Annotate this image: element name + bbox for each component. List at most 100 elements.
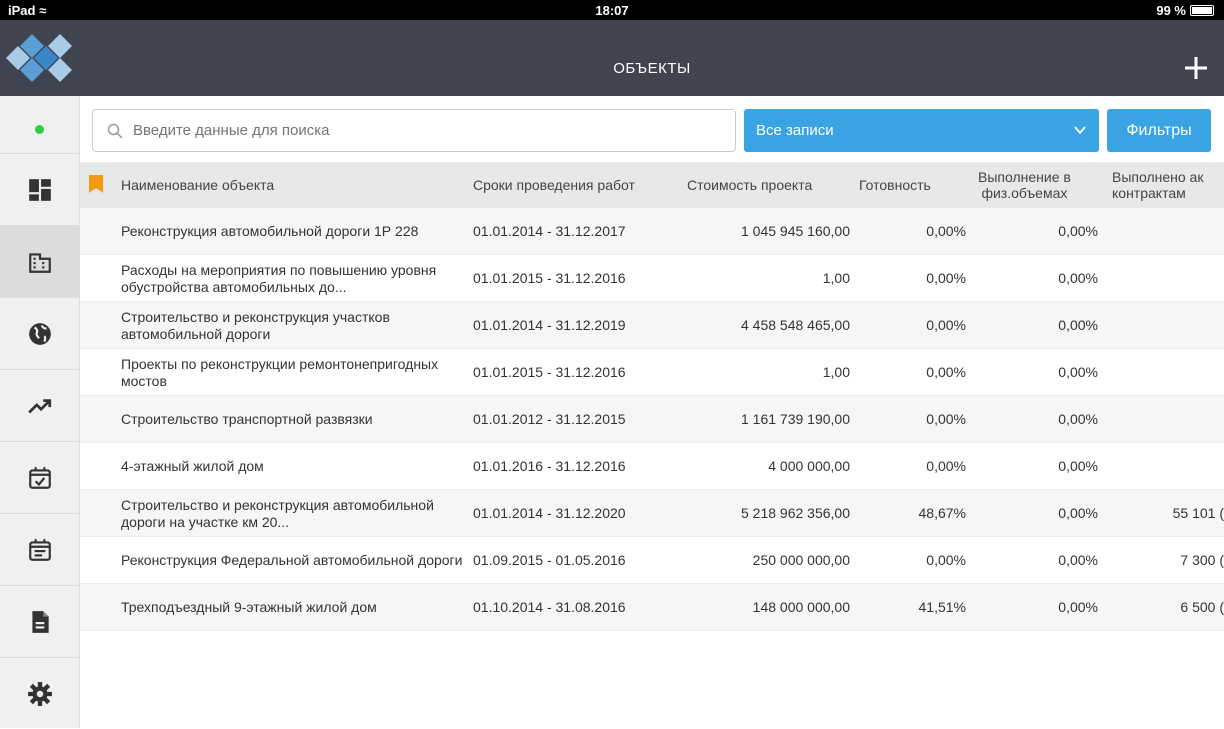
table-row[interactable]: Реконструкция Федеральной автомобильной … <box>80 537 1224 584</box>
cell-done <box>1110 443 1224 490</box>
document-icon <box>32 610 49 633</box>
cell-phys: 0,00% <box>1058 505 1098 521</box>
cell-phys: 0,00% <box>1058 599 1098 615</box>
cell-ready: 48,67% <box>918 505 966 521</box>
trending-up-icon <box>28 398 52 413</box>
table-row[interactable]: Реконструкция автомобильной дороги 1Р 22… <box>80 208 1224 255</box>
cell-ready: 0,00% <box>926 458 966 474</box>
cell-dates: 01.01.2014 - 31.12.2019 <box>473 317 626 333</box>
column-header-physical[interactable]: Выполнение в физ.объемах <box>978 162 1071 208</box>
cell-phys: 0,00% <box>1058 317 1098 333</box>
page-title: ОБЪЕКТЫ <box>613 60 691 77</box>
cell-phys: 0,00% <box>1058 411 1098 427</box>
sidebar-item-analytics[interactable] <box>0 369 80 441</box>
top-bar: ОБЪЕКТЫ <box>80 20 1224 96</box>
cell-ready: 0,00% <box>926 411 966 427</box>
logo-icon <box>6 34 72 82</box>
table-row[interactable]: 4-этажный жилой дом 01.01.2016 - 31.12.20… <box>80 443 1224 490</box>
cell-dates: 01.10.2014 - 31.08.2016 <box>473 599 626 615</box>
cell-done <box>1110 255 1224 302</box>
cell-done: 7 300 ( <box>1180 552 1224 568</box>
sidebar-item-map[interactable] <box>0 297 80 369</box>
cell-cost: 1,00 <box>822 364 850 380</box>
cell-ready: 0,00% <box>926 552 966 568</box>
cell-done <box>1110 349 1224 396</box>
globe-icon <box>29 322 51 345</box>
clock: 18:07 <box>595 3 629 18</box>
records-filter-select[interactable]: Все записи <box>744 109 1099 152</box>
bookmark-icon[interactable] <box>89 175 103 193</box>
cell-dates: 01.01.2012 - 31.12.2015 <box>473 411 626 427</box>
sidebar-item-settings[interactable] <box>0 657 80 729</box>
sidebar <box>0 20 80 728</box>
cell-cost: 4 000 000,00 <box>768 458 850 474</box>
cell-name: Строительство и реконструкция участков а… <box>121 308 390 342</box>
status-bar: iPad ≈ 18:07 99 % <box>0 0 1224 20</box>
app-logo[interactable] <box>0 20 80 96</box>
column-header-physical-line2: физ.объемах <box>981 185 1068 201</box>
table-row[interactable]: Строительство и реконструкция участков а… <box>80 302 1224 349</box>
select-value: Все записи <box>756 122 834 139</box>
sidebar-item-documents[interactable] <box>0 585 80 657</box>
cell-name: Строительство транспортной развязки <box>121 411 373 427</box>
cell-cost: 1 161 739 190,00 <box>741 411 850 427</box>
cell-phys: 0,00% <box>1058 458 1098 474</box>
cell-cost: 1,00 <box>822 270 850 286</box>
cell-dates: 01.01.2015 - 31.12.2016 <box>473 270 626 286</box>
cell-cost: 250 000 000,00 <box>752 552 850 568</box>
sidebar-item-schedule[interactable] <box>0 513 80 585</box>
cell-dates: 01.01.2015 - 31.12.2016 <box>473 364 626 380</box>
calendar-check-icon <box>29 466 51 489</box>
cell-name: Трехподъездный 9-этажный жилой дом <box>121 599 377 615</box>
cell-ready: 0,00% <box>926 223 966 239</box>
cell-name: Расходы на мероприятия по повышению уров… <box>121 261 437 295</box>
filters-button[interactable]: Фильтры <box>1107 109 1211 152</box>
cell-ready: 0,00% <box>926 317 966 333</box>
sidebar-item-tasks[interactable] <box>0 441 80 513</box>
cell-done: 55 101 ( <box>1172 505 1224 521</box>
table-row[interactable]: Расходы на мероприятия по повышению уров… <box>80 255 1224 302</box>
table-row[interactable]: Трехподъездный 9-этажный жилой дом 01.10.… <box>80 584 1224 631</box>
building-icon <box>29 252 51 273</box>
plus-icon[interactable] <box>1182 54 1210 82</box>
cell-name: Реконструкция автомобильной дороги 1Р 22… <box>121 223 419 239</box>
column-header-name[interactable]: Наименование объекта <box>121 162 274 208</box>
column-header-physical-line1: Выполнение в <box>978 169 1071 185</box>
cell-cost: 4 458 548 465,00 <box>741 317 850 333</box>
cell-ready: 0,00% <box>926 364 966 380</box>
online-status-dot <box>35 125 44 134</box>
cell-name: Строительство и реконструкция автомобиль… <box>121 496 434 530</box>
cell-done <box>1110 302 1224 349</box>
cell-phys: 0,00% <box>1058 552 1098 568</box>
cell-dates: 01.01.2014 - 31.12.2020 <box>473 505 626 521</box>
cell-phys: 0,00% <box>1058 270 1098 286</box>
cell-dates: 01.01.2016 - 31.12.2016 <box>473 458 626 474</box>
search-input[interactable] <box>133 122 693 139</box>
cell-cost: 5 218 962 356,00 <box>741 505 850 521</box>
calendar-list-icon <box>29 538 51 561</box>
table-row[interactable]: Проекты по реконструкции ремонтонепригод… <box>80 349 1224 396</box>
cell-cost: 1 045 945 160,00 <box>741 223 850 239</box>
column-header-contracts[interactable]: Выполнено ак контрактам <box>1112 162 1224 208</box>
cell-phys: 0,00% <box>1058 223 1098 239</box>
battery-icon <box>1190 5 1214 16</box>
cell-phys: 0,00% <box>1058 364 1098 380</box>
search-icon <box>107 123 123 139</box>
table-header: Наименование объекта Сроки проведения ра… <box>80 162 1224 208</box>
chevron-down-icon <box>1074 126 1086 135</box>
cell-name: Проекты по реконструкции ремонтонепригод… <box>121 355 439 389</box>
search-box[interactable] <box>92 109 736 152</box>
table-row[interactable]: Строительство транспортной развязки 01.01… <box>80 396 1224 443</box>
sidebar-item-dashboard[interactable] <box>0 153 80 225</box>
table-row[interactable]: Строительство и реконструкция автомобиль… <box>80 490 1224 537</box>
cell-ready: 0,00% <box>926 270 966 286</box>
battery-status: 99 % <box>1156 3 1214 18</box>
column-header-dates[interactable]: Сроки проведения работ <box>473 162 635 208</box>
cell-dates: 01.09.2015 - 01.05.2016 <box>473 552 626 568</box>
sidebar-item-objects[interactable] <box>0 225 80 297</box>
cell-cost: 148 000 000,00 <box>752 599 850 615</box>
dashboard-icon <box>29 178 51 201</box>
cell-name: 4-этажный жилой дом <box>121 458 264 474</box>
column-header-ready[interactable]: Готовность <box>859 162 931 208</box>
column-header-cost[interactable]: Стоимость проекта <box>687 162 812 208</box>
